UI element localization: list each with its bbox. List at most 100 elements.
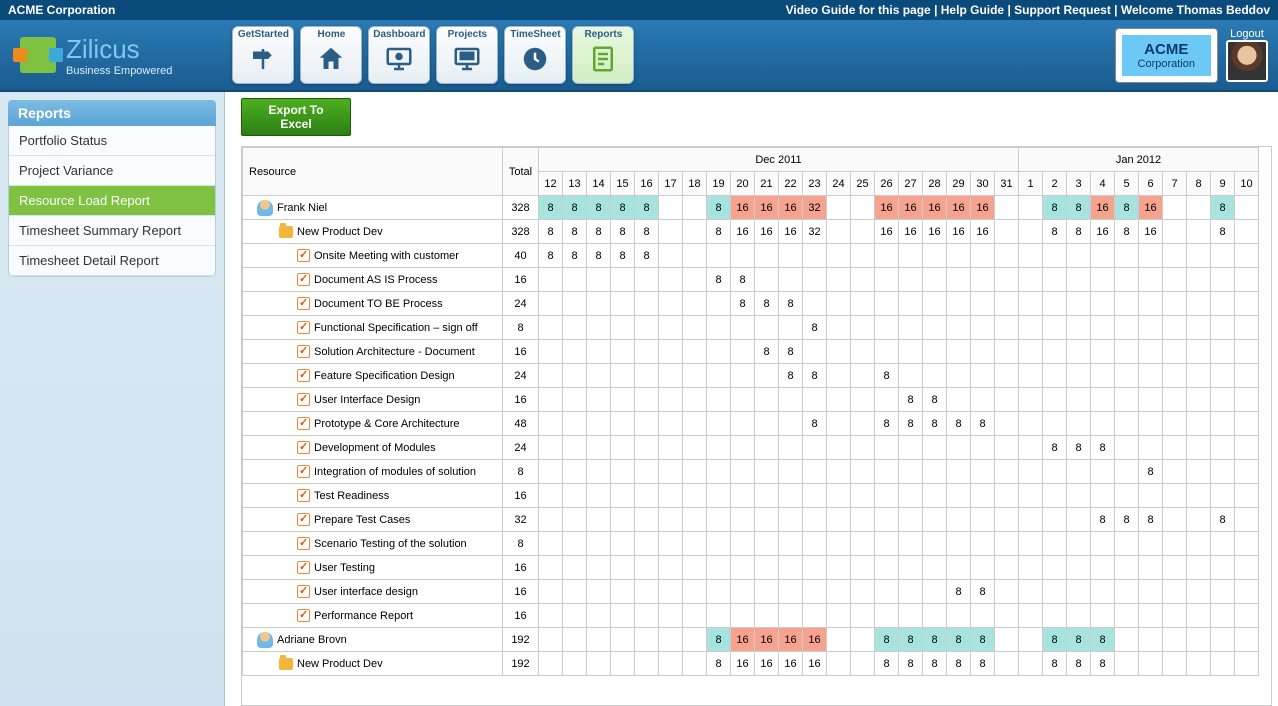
nav-getstarted[interactable]: GetStarted — [232, 26, 294, 84]
grid-row: Document TO BE Process24888 — [243, 292, 1259, 316]
resource-name[interactable]: Frank Niel — [249, 200, 502, 216]
day-cell: 8 — [1139, 508, 1163, 532]
sidebar-item-timesheet-detail-report[interactable]: Timesheet Detail Report — [9, 246, 215, 276]
logout-link[interactable]: Logout — [1230, 28, 1264, 40]
day-cell: 8 — [1139, 460, 1163, 484]
day-cell: 8 — [1211, 196, 1235, 220]
day-cell — [1139, 436, 1163, 460]
day-cell — [659, 532, 683, 556]
nav-timesheet[interactable]: TimeSheet — [504, 26, 566, 84]
resource-name[interactable]: User Testing — [249, 561, 502, 574]
avatar[interactable] — [1226, 40, 1268, 82]
resource-name[interactable]: Development of Modules — [249, 441, 502, 454]
day-cell — [1235, 652, 1259, 676]
resource-name[interactable]: Test Readiness — [249, 489, 502, 502]
day-cell — [731, 244, 755, 268]
day-cell — [1043, 340, 1067, 364]
day-cell — [635, 268, 659, 292]
day-cell: 8 — [923, 388, 947, 412]
resource-name[interactable]: Functional Specification – sign off — [249, 321, 502, 334]
resource-name[interactable]: Feature Specification Design — [249, 369, 502, 382]
day-cell — [1091, 388, 1115, 412]
day-cell — [1235, 364, 1259, 388]
day-cell — [971, 244, 995, 268]
nav-home[interactable]: Home — [300, 26, 362, 84]
resource-name[interactable]: Integration of modules of solution — [249, 465, 502, 478]
day-cell — [1019, 628, 1043, 652]
day-cell: 8 — [587, 220, 611, 244]
day-cell — [683, 460, 707, 484]
day-cell: 8 — [587, 196, 611, 220]
resource-load-grid[interactable]: ResourceTotalDec 2011Jan 201212131415161… — [241, 146, 1272, 706]
sidebar-item-resource-load-report[interactable]: Resource Load Report — [9, 186, 215, 216]
day-cell — [731, 604, 755, 628]
resource-name[interactable]: Prototype & Core Architecture — [249, 417, 502, 430]
day-cell: 8 — [1067, 196, 1091, 220]
day-cell — [995, 196, 1019, 220]
resource-name[interactable]: New Product Dev — [249, 658, 502, 670]
support-request-link[interactable]: Support Request — [1014, 3, 1111, 17]
resource-name[interactable]: User Interface Design — [249, 393, 502, 406]
day-cell — [995, 484, 1019, 508]
resource-name[interactable]: Document AS IS Process — [249, 273, 502, 286]
nav-projects[interactable]: Projects — [436, 26, 498, 84]
day-cell — [539, 388, 563, 412]
main-header: Zilicus Business Empowered GetStartedHom… — [0, 20, 1278, 92]
day-cell — [1235, 628, 1259, 652]
day-header: 20 — [731, 172, 755, 196]
day-cell — [1115, 532, 1139, 556]
total-cell: 192 — [503, 628, 539, 652]
resource-name[interactable]: Scenario Testing of the solution — [249, 537, 502, 550]
day-cell — [971, 364, 995, 388]
resource-name[interactable]: Adriane Brovn — [249, 632, 502, 648]
day-cell — [1139, 244, 1163, 268]
nav-reports[interactable]: Reports — [572, 26, 634, 84]
total-cell: 16 — [503, 556, 539, 580]
help-guide-link[interactable]: Help Guide — [941, 3, 1004, 17]
day-cell — [995, 244, 1019, 268]
sidebar-item-project-variance[interactable]: Project Variance — [9, 156, 215, 186]
resource-name[interactable]: Prepare Test Cases — [249, 513, 502, 526]
day-cell — [563, 652, 587, 676]
resource-name[interactable]: Document TO BE Process — [249, 297, 502, 310]
resource-name[interactable]: User interface design — [249, 585, 502, 598]
sidebar-item-timesheet-summary-report[interactable]: Timesheet Summary Report — [9, 216, 215, 246]
day-cell — [683, 580, 707, 604]
day-cell — [707, 508, 731, 532]
total-cell: 24 — [503, 292, 539, 316]
day-cell — [1139, 388, 1163, 412]
day-cell: 8 — [707, 652, 731, 676]
day-cell — [851, 532, 875, 556]
resource-name[interactable]: Onsite Meeting with customer — [249, 249, 502, 262]
day-cell — [1019, 604, 1043, 628]
task-icon — [297, 585, 310, 598]
day-cell — [731, 316, 755, 340]
day-cell: 16 — [1139, 196, 1163, 220]
resource-name[interactable]: Performance Report — [249, 609, 502, 622]
logo-name: Zilicus — [66, 34, 172, 65]
day-header: 10 — [1235, 172, 1259, 196]
nav-dashboard[interactable]: Dashboard — [368, 26, 430, 84]
day-cell — [1091, 268, 1115, 292]
day-cell — [707, 316, 731, 340]
sidebar-item-portfolio-status[interactable]: Portfolio Status — [9, 126, 215, 156]
day-cell — [947, 556, 971, 580]
day-cell — [683, 436, 707, 460]
day-cell: 8 — [971, 652, 995, 676]
day-cell — [1043, 604, 1067, 628]
day-cell — [755, 460, 779, 484]
day-cell — [1115, 628, 1139, 652]
day-cell — [995, 292, 1019, 316]
export-excel-button[interactable]: Export To Excel — [241, 98, 351, 136]
day-cell — [875, 460, 899, 484]
day-cell — [1163, 340, 1187, 364]
day-cell — [971, 388, 995, 412]
day-cell — [1115, 244, 1139, 268]
top-bar: ACME Corporation Video Guide for this pa… — [0, 0, 1278, 20]
day-cell — [1187, 436, 1211, 460]
resource-name[interactable]: New Product Dev — [249, 226, 502, 238]
resource-name[interactable]: Solution Architecture - Document — [249, 345, 502, 358]
video-guide-link[interactable]: Video Guide for this page — [786, 3, 931, 17]
day-cell: 8 — [875, 412, 899, 436]
logo[interactable]: Zilicus Business Empowered — [0, 34, 192, 77]
